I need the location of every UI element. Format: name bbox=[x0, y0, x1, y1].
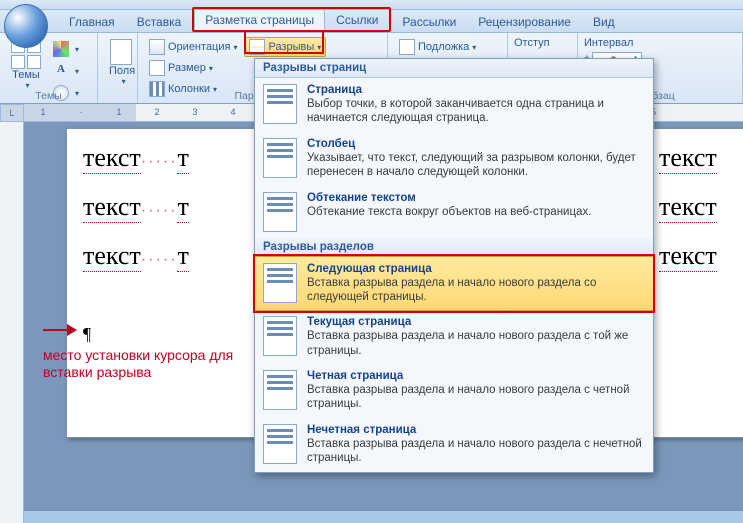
document-page[interactable]: текст текст текст bbox=[642, 128, 743, 438]
tab-page-layout[interactable]: Разметка страницы bbox=[194, 9, 325, 30]
margins-label: Поля bbox=[109, 65, 135, 77]
annotation-red-box-tabs: Разметка страницы Ссылки bbox=[192, 7, 391, 32]
menu-item-desc: Указывает, что текст, следующий за разры… bbox=[307, 151, 645, 180]
margins-icon bbox=[110, 39, 132, 65]
doc-text: текст bbox=[659, 192, 717, 223]
tab-insert[interactable]: Вставка bbox=[126, 11, 193, 32]
indent-label: Отступ bbox=[514, 37, 571, 49]
tab-mailings[interactable]: Рассылки bbox=[391, 11, 467, 32]
annotation-cursor-note: место установки курсора для вставки разр… bbox=[43, 347, 245, 382]
breaks-dropdown-menu: Разрывы страниц Страница Выбор точки, в … bbox=[254, 58, 654, 473]
menu-item-next-page-section[interactable]: Следующая страница Вставка разрыва разде… bbox=[254, 256, 654, 312]
even-page-section-icon bbox=[263, 370, 297, 410]
tab-view[interactable]: Вид bbox=[582, 11, 626, 32]
menu-item-continuous-section[interactable]: Текущая страница Вставка разрыва раздела… bbox=[255, 310, 653, 364]
margins-button[interactable]: Поля▾ bbox=[104, 37, 140, 93]
menu-item-page-break[interactable]: Страница Выбор точки, в которой заканчив… bbox=[255, 78, 653, 132]
theme-fonts-button[interactable]: A▾ bbox=[48, 61, 84, 81]
vertical-ruler[interactable] bbox=[0, 122, 24, 523]
doc-text: т bbox=[177, 143, 188, 174]
watermark-button[interactable]: Подложка▾ bbox=[394, 37, 481, 57]
menu-item-title: Следующая страница bbox=[307, 263, 645, 275]
menu-item-text-wrapping-break[interactable]: Обтекание текстом Обтекание текста вокру… bbox=[255, 186, 653, 238]
text-wrap-break-icon bbox=[263, 192, 297, 232]
continuous-section-icon bbox=[263, 316, 297, 356]
menu-item-title: Нечетная страница bbox=[307, 424, 645, 436]
watermark-label: Подложка bbox=[418, 41, 469, 53]
column-break-icon bbox=[263, 138, 297, 178]
doc-text: текст bbox=[659, 143, 717, 174]
menu-header-page-breaks: Разрывы страниц bbox=[255, 59, 653, 78]
ruler-corner[interactable]: L bbox=[0, 104, 24, 122]
doc-text: текст bbox=[659, 241, 717, 272]
menu-item-title: Текущая страница bbox=[307, 316, 645, 328]
orientation-button[interactable]: Ориентация▾ bbox=[144, 37, 242, 57]
document-page[interactable]: текст·····т текст·····т текст·····т ¶ ме… bbox=[66, 128, 262, 438]
menu-item-title: Обтекание текстом bbox=[307, 192, 645, 204]
tab-references[interactable]: Ссылки bbox=[325, 9, 389, 30]
menu-item-desc: Вставка разрыва раздела и начало нового … bbox=[307, 329, 645, 358]
annotation-arrow bbox=[43, 324, 77, 336]
size-button[interactable]: Размер▾ bbox=[144, 58, 218, 78]
ribbon-tabs: Главная Вставка Разметка страницы Ссылки… bbox=[0, 10, 743, 32]
menu-item-odd-page-section[interactable]: Нечетная страница Вставка разрыва раздел… bbox=[255, 418, 653, 472]
spacing-label: Интервал bbox=[584, 37, 736, 49]
theme-colors-button[interactable]: ▾ bbox=[48, 39, 84, 59]
next-page-section-icon bbox=[263, 263, 297, 303]
menu-header-section-breaks: Разрывы разделов bbox=[255, 238, 653, 257]
menu-item-even-page-section[interactable]: Четная страница Вставка разрыва раздела … bbox=[255, 364, 653, 418]
size-icon bbox=[149, 60, 165, 76]
menu-item-desc: Вставка разрыва раздела и начало нового … bbox=[307, 437, 645, 466]
orientation-icon bbox=[149, 39, 165, 55]
tab-review[interactable]: Рецензирование bbox=[467, 11, 582, 32]
themes-label: Темы bbox=[12, 69, 40, 81]
doc-text: текст bbox=[83, 192, 141, 223]
tab-home[interactable]: Главная bbox=[58, 11, 126, 32]
menu-item-desc: Вставка разрыва раздела и начало нового … bbox=[307, 383, 645, 412]
menu-item-desc: Выбор точки, в которой заканчивается одн… bbox=[307, 97, 645, 126]
doc-text: т bbox=[177, 192, 188, 223]
group-margins: Поля▾ bbox=[98, 33, 138, 103]
pilcrow-icon: ¶ bbox=[83, 324, 91, 345]
orientation-label: Ориентация bbox=[168, 41, 230, 53]
menu-item-title: Страница bbox=[307, 84, 645, 96]
breaks-button[interactable]: Разрывы▾ bbox=[244, 37, 326, 57]
doc-text: текст bbox=[83, 241, 141, 272]
watermark-icon bbox=[399, 39, 415, 55]
menu-item-desc: Вставка разрыва раздела и начало нового … bbox=[307, 276, 645, 305]
breaks-icon bbox=[249, 39, 265, 55]
doc-text: текст bbox=[83, 143, 141, 174]
doc-text: т bbox=[177, 241, 188, 272]
menu-item-title: Четная страница bbox=[307, 370, 645, 382]
size-label: Размер bbox=[168, 62, 206, 74]
office-button[interactable] bbox=[4, 4, 48, 48]
menu-item-title: Столбец bbox=[307, 138, 645, 150]
odd-page-section-icon bbox=[263, 424, 297, 464]
breaks-label: Разрывы bbox=[268, 41, 314, 53]
menu-item-desc: Обтекание текста вокруг объектов на веб-… bbox=[307, 205, 645, 219]
page-break-icon bbox=[263, 84, 297, 124]
menu-item-column-break[interactable]: Столбец Указывает, что текст, следующий … bbox=[255, 132, 653, 186]
group-themes-title: Темы bbox=[0, 90, 97, 102]
